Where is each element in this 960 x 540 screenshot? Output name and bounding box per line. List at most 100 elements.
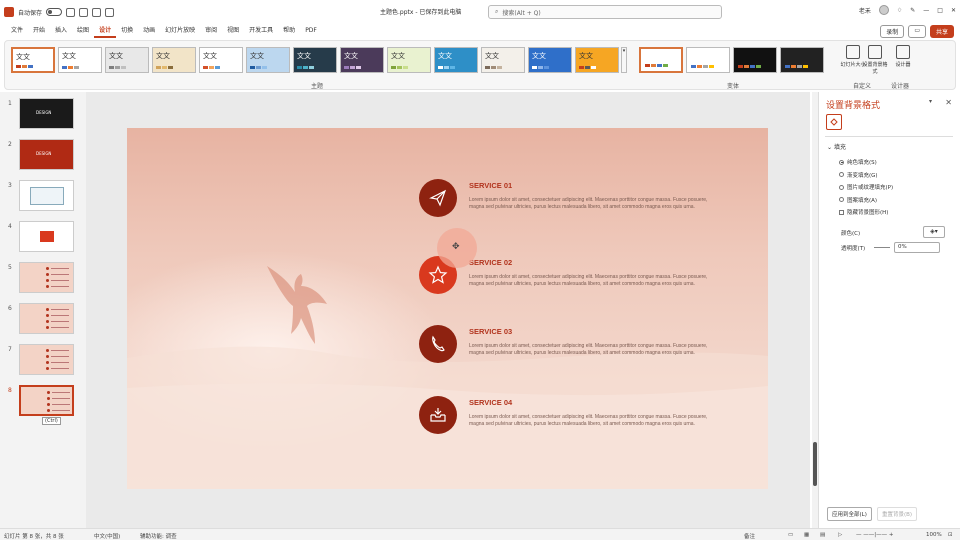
- service-title[interactable]: SERVICE 03: [469, 327, 512, 336]
- slide-thumbnail[interactable]: [19, 303, 74, 334]
- tab-6[interactable]: 动画: [138, 24, 160, 38]
- sorter-view-icon[interactable]: ▦: [804, 532, 809, 538]
- tab-1[interactable]: 开始: [28, 24, 50, 38]
- fill-option-radio[interactable]: 图案填充(A): [839, 196, 877, 204]
- tab-9[interactable]: 视图: [222, 24, 244, 38]
- service-description[interactable]: Lorem ipsum dolor sit amet, consectetuer…: [469, 274, 717, 289]
- variant-thumbnail-0[interactable]: [639, 47, 683, 73]
- theme-thumbnail-7[interactable]: 文文: [340, 47, 384, 73]
- tab-12[interactable]: PDF: [300, 24, 322, 38]
- apply-to-all-button[interactable]: 应用到全部(L): [827, 507, 872, 521]
- theme-thumbnail-2[interactable]: 文文: [105, 47, 149, 73]
- color-picker-button[interactable]: ◈▾: [923, 226, 945, 238]
- theme-thumbnail-3[interactable]: 文文: [152, 47, 196, 73]
- service-title[interactable]: SERVICE 01: [469, 181, 512, 190]
- tab-10[interactable]: 开发工具: [244, 24, 278, 38]
- tab-5[interactable]: 切换: [116, 24, 138, 38]
- share-button[interactable]: 共享: [929, 25, 954, 38]
- pane-options-icon[interactable]: ▾: [929, 98, 932, 105]
- theme-thumbnail-4[interactable]: 文文: [199, 47, 243, 73]
- tab-0[interactable]: 文件: [6, 24, 28, 38]
- theme-thumbnail-10[interactable]: 文文: [481, 47, 525, 73]
- theme-thumbnail-0[interactable]: 文文: [11, 47, 55, 73]
- theme-thumbnail-8[interactable]: 文文: [387, 47, 431, 73]
- record-button[interactable]: 录制: [880, 25, 905, 38]
- slide-thumbnail-row[interactable]: 3: [4, 180, 84, 214]
- slide-thumbnail-row[interactable]: 4: [4, 221, 84, 255]
- slide-thumbnail-row[interactable]: 8: [4, 385, 84, 419]
- tab-11[interactable]: 帮助: [278, 24, 300, 38]
- accessibility-indicator[interactable]: 辅助功能: 调查: [140, 532, 177, 540]
- language-indicator[interactable]: 中文(中国): [94, 532, 120, 540]
- pen-icon[interactable]: ✎: [910, 7, 915, 14]
- fill-tab-icon[interactable]: [826, 114, 842, 130]
- slide-thumbnail-row[interactable]: 7: [4, 344, 84, 378]
- save-icon[interactable]: [66, 7, 76, 17]
- zoom-slider[interactable]: — ——|—— +: [856, 532, 893, 538]
- service-title[interactable]: SERVICE 02: [469, 258, 512, 267]
- close-icon[interactable]: ✕: [951, 7, 956, 14]
- service-description[interactable]: Lorem ipsum dolor sit amet, consectetuer…: [469, 414, 717, 429]
- theme-thumbnail-1[interactable]: 文文: [58, 47, 102, 73]
- slide-thumbnail-row[interactable]: 2 DESIGN: [4, 139, 84, 173]
- slide-canvas[interactable]: SERVICE 01 Lorem ipsum dolor sit amet, co…: [127, 128, 768, 489]
- fill-option-radio[interactable]: 渐变填充(G): [839, 171, 878, 179]
- service-icon-circle[interactable]: [419, 179, 457, 217]
- slide-thumbnail[interactable]: [19, 385, 74, 416]
- slide-thumbnail[interactable]: [19, 344, 74, 375]
- variant-thumbnail-1[interactable]: [686, 47, 730, 73]
- service-icon-circle[interactable]: [419, 396, 457, 434]
- service-icon-circle[interactable]: [419, 325, 457, 363]
- service-title[interactable]: SERVICE 04: [469, 398, 512, 407]
- theme-thumbnail-12[interactable]: 文文: [575, 47, 619, 73]
- slide-thumbnail[interactable]: [19, 180, 74, 211]
- pane-close-icon[interactable]: ✕: [945, 98, 952, 107]
- paste-options-button[interactable]: (Ctrl): [42, 417, 61, 425]
- theme-thumbnail-5[interactable]: 文文: [246, 47, 290, 73]
- slide-thumbnail[interactable]: [19, 262, 74, 293]
- lightbulb-icon[interactable]: ♢: [897, 7, 902, 14]
- redo-icon[interactable]: [92, 7, 102, 17]
- search-input[interactable]: ⌕ 搜索(Alt + Q): [488, 5, 722, 19]
- fit-slide-icon[interactable]: ⊡: [948, 532, 953, 538]
- tab-7[interactable]: 幻灯片放映: [160, 24, 200, 38]
- avatar[interactable]: [878, 5, 889, 15]
- tab-8[interactable]: 审阅: [200, 24, 222, 38]
- fill-section-header[interactable]: ⌄ 填充: [827, 142, 846, 151]
- slide-thumbnail[interactable]: [19, 221, 74, 252]
- reading-view-icon[interactable]: ▤: [820, 532, 825, 538]
- transparency-input[interactable]: 0%: [894, 242, 940, 253]
- tab-2[interactable]: 插入: [50, 24, 72, 38]
- slide-thumbnail[interactable]: DESIGN: [19, 139, 74, 170]
- normal-view-icon[interactable]: ▭: [788, 532, 793, 538]
- variant-thumbnail-3[interactable]: [780, 47, 824, 73]
- fill-option-radio[interactable]: 图片或纹理填充(P): [839, 183, 893, 191]
- theme-thumbnail-11[interactable]: 文文: [528, 47, 572, 73]
- reset-background-button[interactable]: 重置背景(B): [877, 507, 918, 521]
- slideshow-icon[interactable]: ▷: [838, 532, 842, 538]
- themes-more-icon[interactable]: ▾: [621, 47, 627, 73]
- fill-option-radio[interactable]: 纯色填充(S): [839, 158, 877, 166]
- format-painter-icon[interactable]: [105, 7, 115, 17]
- slide-thumbnail-row[interactable]: 1 DESIGN: [4, 98, 84, 132]
- slide-thumbnail[interactable]: DESIGN: [19, 98, 74, 129]
- tab-3[interactable]: 绘图: [72, 24, 94, 38]
- transparency-slider[interactable]: [874, 247, 890, 248]
- scrollbar-thumb[interactable]: [813, 442, 817, 486]
- slide-thumbnail-row[interactable]: 6: [4, 303, 84, 337]
- maximize-icon[interactable]: □: [937, 7, 943, 14]
- format-background-button[interactable]: 设置背景格式: [861, 45, 889, 75]
- theme-thumbnail-6[interactable]: 文文: [293, 47, 337, 73]
- autosave-toggle[interactable]: [46, 8, 63, 16]
- slide-thumbnail-row[interactable]: 5: [4, 262, 84, 296]
- tab-4[interactable]: 设计: [94, 24, 117, 38]
- hide-background-checkbox[interactable]: 隐藏背景图形(H): [839, 208, 888, 216]
- undo-icon[interactable]: [79, 7, 89, 17]
- comments-button[interactable]: ▭: [908, 25, 926, 38]
- theme-thumbnail-9[interactable]: 文文: [434, 47, 478, 73]
- service-description[interactable]: Lorem ipsum dolor sit amet, consectetuer…: [469, 197, 717, 212]
- variant-thumbnail-2[interactable]: [733, 47, 777, 73]
- zoom-level[interactable]: 100%: [926, 532, 942, 538]
- designer-button[interactable]: 设计器: [889, 45, 917, 68]
- user-name[interactable]: 老禾: [859, 6, 871, 15]
